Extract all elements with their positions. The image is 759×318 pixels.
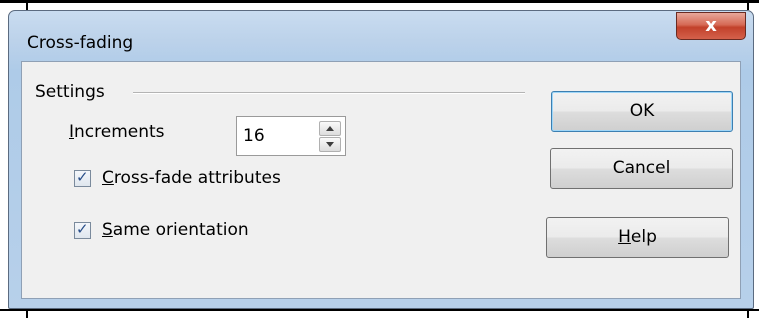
increments-label: Increments <box>69 122 165 142</box>
background-edge <box>0 309 759 311</box>
settings-group-label: Settings <box>35 82 105 102</box>
background-edge <box>26 0 28 10</box>
help-button[interactable]: Help <box>546 217 729 258</box>
background-edge <box>747 309 749 318</box>
checkmark-icon: ✓ <box>76 168 89 186</box>
arrow-down-icon <box>326 142 334 147</box>
same-orientation-label[interactable]: Same orientation <box>102 220 249 240</box>
title-bar[interactable]: Cross-fading x <box>9 11 753 61</box>
ok-button[interactable]: OK <box>551 91 733 132</box>
increments-spinbox[interactable]: 16 <box>236 116 346 156</box>
arrow-up-icon <box>326 126 334 131</box>
crossfade-attributes-checkbox[interactable]: ✓ <box>74 168 91 187</box>
background-edge <box>26 309 28 318</box>
close-button[interactable]: x <box>676 12 746 40</box>
background-edge <box>0 0 759 3</box>
settings-group-separator <box>133 92 525 94</box>
increment-up-button[interactable] <box>319 121 341 136</box>
increments-input[interactable]: 16 <box>243 126 313 146</box>
dialog-title: Cross-fading <box>27 33 134 53</box>
cancel-button[interactable]: Cancel <box>550 148 733 189</box>
increment-down-button[interactable] <box>319 137 341 152</box>
crossfade-attributes-label[interactable]: Cross-fade attributes <box>102 168 281 188</box>
close-icon: x <box>705 15 717 36</box>
same-orientation-checkbox[interactable]: ✓ <box>74 220 91 239</box>
background-edge <box>747 0 749 10</box>
checkmark-icon: ✓ <box>76 220 89 238</box>
